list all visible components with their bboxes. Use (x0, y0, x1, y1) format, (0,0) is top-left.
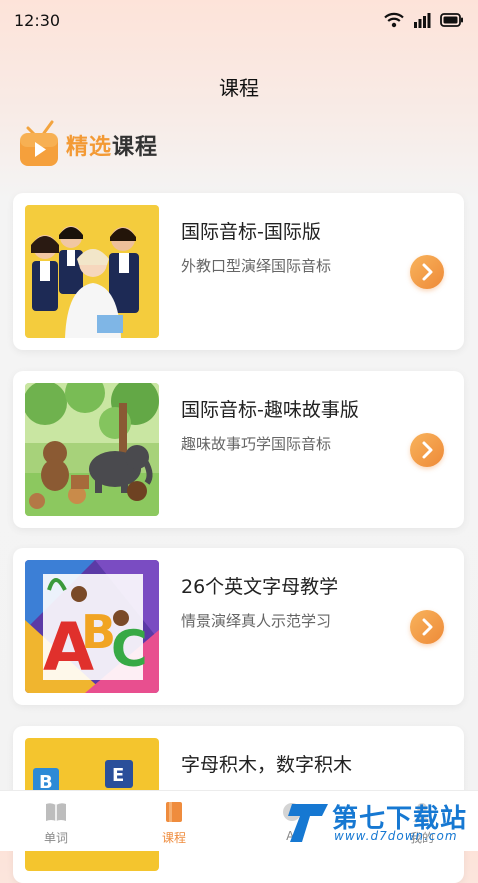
chevron-right-icon (422, 618, 433, 636)
svg-text:C: C (111, 620, 148, 678)
section-title: 精选课程 (66, 129, 158, 161)
course-title: 国际音标-趣味故事版 (181, 399, 359, 421)
course-thumbnail-abc-letters: A B C (25, 560, 159, 693)
course-book-icon (166, 802, 182, 822)
battery-icon (440, 13, 463, 27)
section-header: 精选课程 (18, 120, 158, 170)
course-title: 26个英文字母教学 (181, 576, 339, 598)
course-title: 字母积木，数字积木 (181, 754, 353, 776)
wifi-icon (384, 12, 404, 28)
tab-words[interactable]: 单词 (0, 791, 116, 851)
video-play-icon (20, 120, 58, 166)
book-icon (46, 803, 66, 821)
tab-label: 单词 (43, 831, 68, 845)
course-title: 国际音标-国际版 (181, 221, 321, 243)
tab-label: 课程 (161, 831, 186, 845)
course-subtitle: 趣味故事巧学国际音标 (181, 435, 332, 453)
watermark-url: www.d7down.com (334, 829, 458, 843)
page-title: 课程 (219, 76, 259, 100)
chevron-right-icon (422, 441, 433, 459)
section-title-part1: 精选 (66, 135, 113, 160)
course-thumbnail-forest-animals (25, 383, 159, 516)
course-arrow-button[interactable] (410, 610, 444, 644)
status-icons (384, 12, 464, 28)
course-thumbnail-teacher-kids (25, 205, 159, 338)
course-subtitle: 外教口型演绎国际音标 (181, 257, 332, 275)
status-bar: 12:30 (0, 0, 478, 40)
svg-text:E: E (112, 765, 124, 786)
watermark: 第七下载站 www.d7down.com (288, 796, 474, 848)
signal-icon (414, 13, 431, 28)
status-time: 12:30 (14, 11, 61, 30)
chevron-right-icon (422, 263, 433, 281)
course-arrow-button[interactable] (410, 433, 444, 467)
watermark-logo-icon (288, 804, 328, 842)
course-arrow-button[interactable] (410, 255, 444, 289)
course-subtitle: 情景演绎真人示范学习 (181, 612, 332, 630)
course-card[interactable]: 国际音标-国际版 外教口型演绎国际音标 (13, 193, 464, 350)
section-title-part2: 课程 (112, 135, 159, 160)
course-card[interactable]: 国际音标-趣味故事版 趣味故事巧学国际音标 (13, 371, 464, 528)
tab-courses[interactable]: 课程 (114, 791, 234, 851)
course-card[interactable]: A B C 26个英文字母教学 情景演绎真人示范学习 (13, 548, 464, 705)
